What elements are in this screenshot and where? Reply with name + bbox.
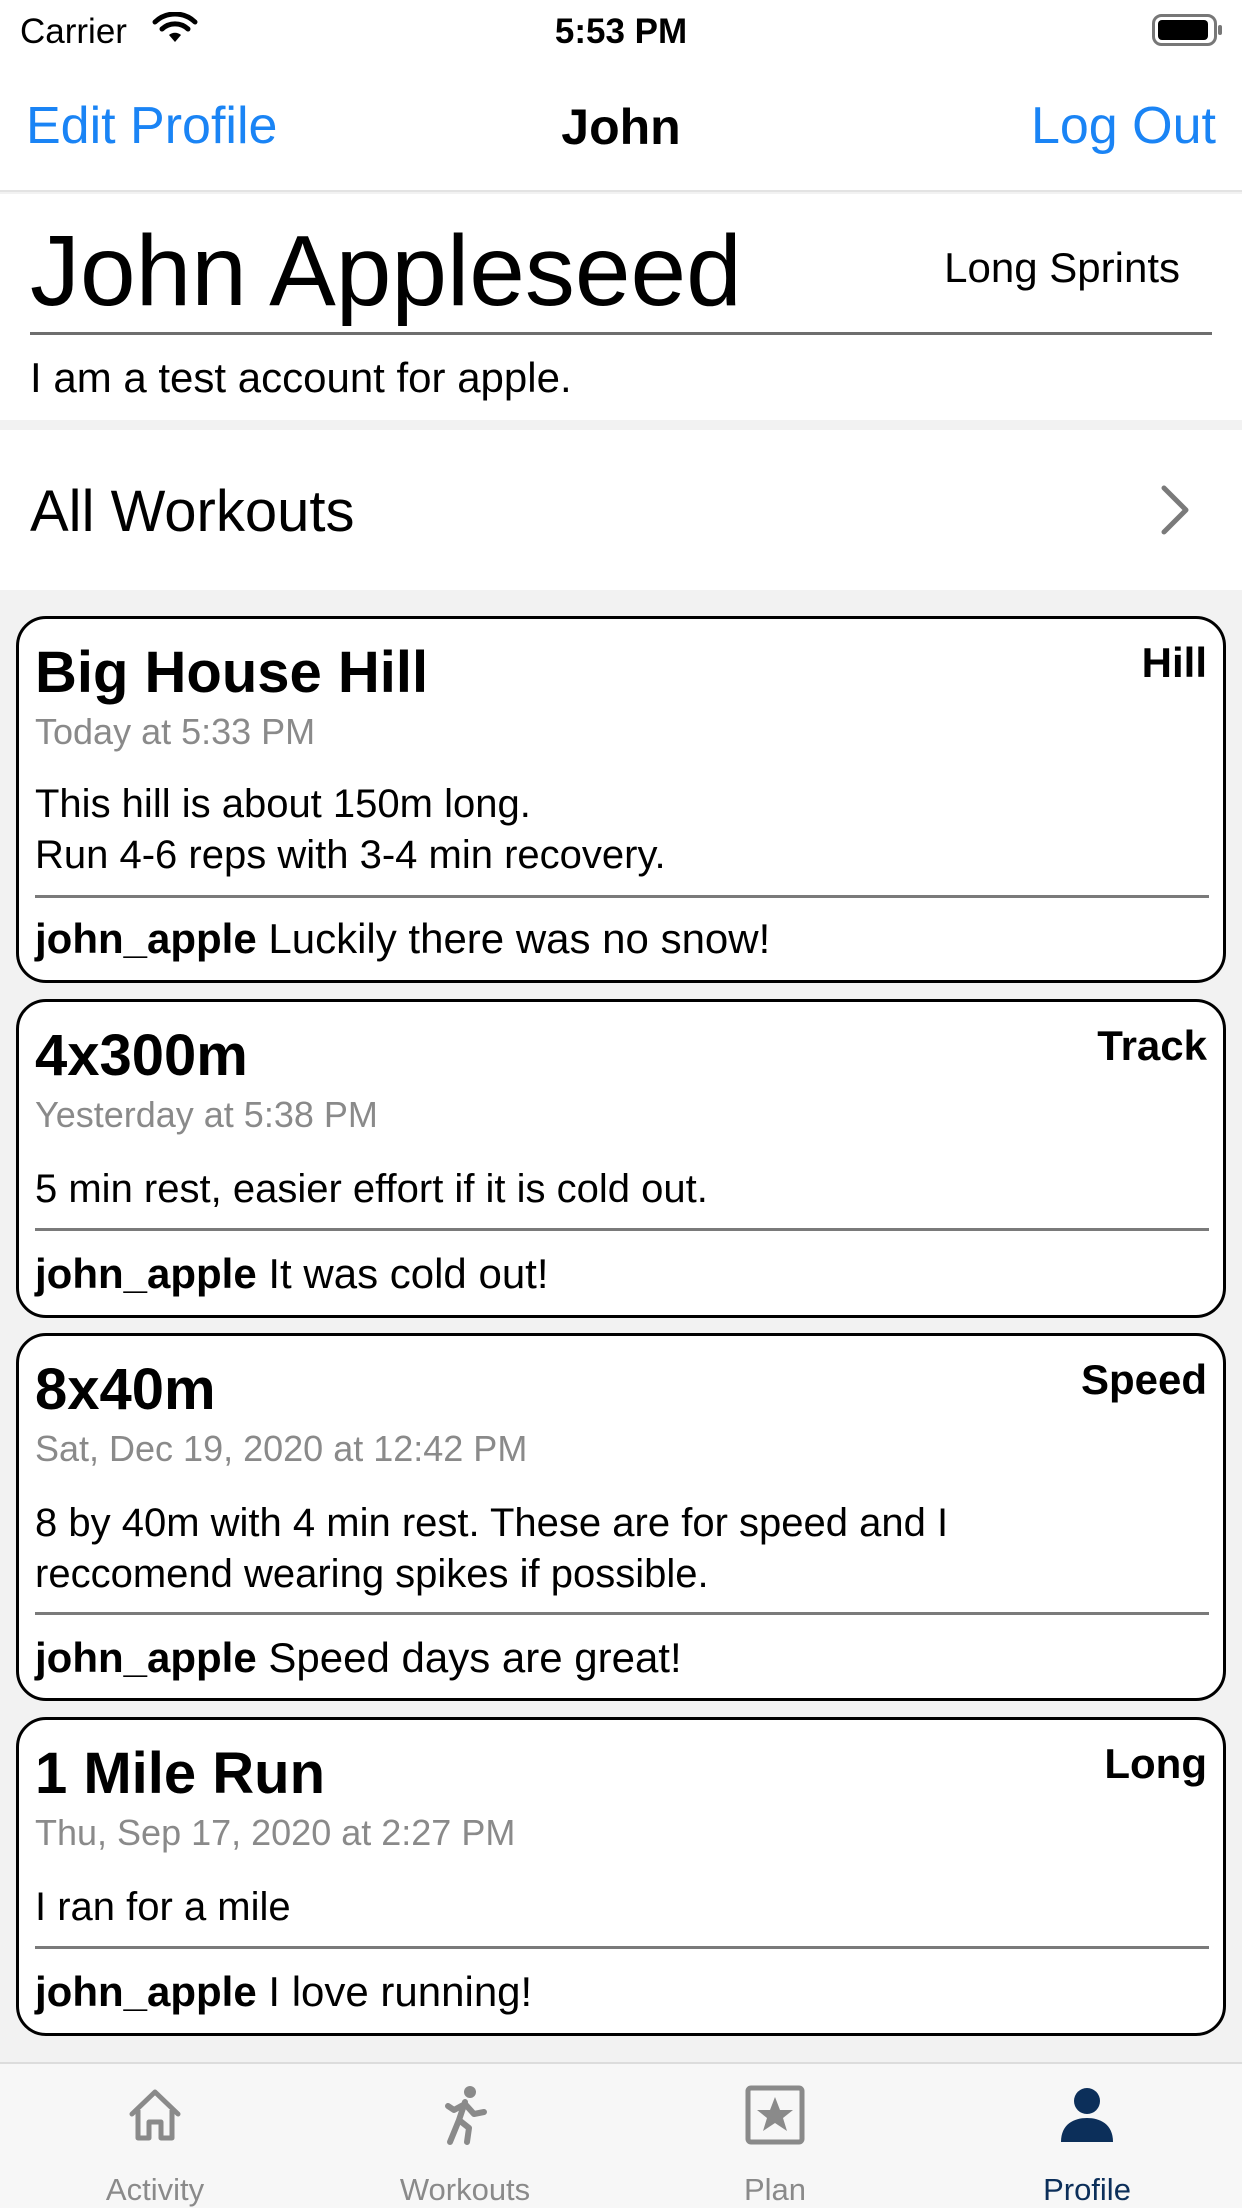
- workout-date: Sat, Dec 19, 2020 at 12:42 PM: [35, 1428, 528, 1469]
- profile-name: John Appleseed: [30, 215, 742, 327]
- tab-profile[interactable]: Profile: [932, 2064, 1242, 2208]
- tab-label: Workouts: [399, 2172, 531, 2207]
- workout-description: 5 min rest, easier effort if it is cold …: [35, 1164, 1205, 1215]
- workout-tag: Track: [1097, 1022, 1207, 1069]
- workout-divider: [35, 1612, 1209, 1615]
- tab-label: Profile: [1043, 2172, 1131, 2207]
- profile-header: John Appleseed Long Sprints I am a test …: [0, 194, 1242, 420]
- profile-event-group: Long Sprints: [944, 244, 1180, 291]
- workout-description: I ran for a mile: [35, 1882, 1205, 1933]
- workout-description-line: Run 4-6 reps with 3-4 min recovery.: [35, 833, 666, 877]
- workout-comment: john_apple Luckily there was no snow!: [35, 915, 770, 963]
- workout-date: Today at 5:33 PM: [35, 711, 316, 752]
- running-figure-icon: [445, 2086, 487, 2145]
- log-out-button[interactable]: Log Out: [1031, 96, 1216, 156]
- workout-title: 1 Mile Run: [35, 1741, 326, 1806]
- workout-date: Yesterday at 5:38 PM: [35, 1094, 378, 1135]
- tab-workouts[interactable]: Workouts: [310, 2064, 620, 2208]
- profile-divider: [30, 332, 1212, 335]
- comment-username: john_apple: [35, 1968, 257, 2015]
- navigation-bar: Edit Profile John Log Out: [0, 66, 1242, 192]
- tab-bar: Activity Workouts Plan Profile: [0, 2062, 1242, 2208]
- workout-description-line: This hill is about 150m long.: [35, 782, 531, 826]
- status-bar: Carrier 5:53 PM: [0, 0, 1242, 66]
- workout-description: This hill is about 150m long. Run 4-6 re…: [35, 779, 1205, 881]
- all-workouts-label: All Workouts: [30, 479, 355, 544]
- tab-label: Plan: [743, 2172, 807, 2207]
- comment-text: Luckily there was no snow!: [256, 915, 771, 962]
- workout-description-line: 5 min rest, easier effort if it is cold …: [35, 1167, 708, 1211]
- workout-title: 4x300m: [35, 1023, 248, 1088]
- house-icon: [129, 2089, 181, 2141]
- workout-description-line: reccomend wearing spikes if possible.: [35, 1552, 709, 1596]
- comment-username: john_apple: [35, 1634, 257, 1681]
- tab-activity[interactable]: Activity: [0, 2064, 310, 2208]
- battery-icon: [1152, 14, 1222, 46]
- chevron-right-icon: [1161, 485, 1189, 535]
- comment-text: It was cold out!: [256, 1250, 549, 1297]
- person-icon: [1061, 2088, 1113, 2142]
- workout-divider: [35, 1946, 1209, 1949]
- workout-card[interactable]: Big House Hill Hill Today at 5:33 PM Thi…: [16, 616, 1226, 983]
- workout-description-line: 8 by 40m with 4 min rest. These are for …: [35, 1501, 949, 1545]
- tab-label: Activity: [105, 2172, 205, 2207]
- star-square-icon: [745, 2085, 805, 2145]
- workout-card[interactable]: 8x40m Speed Sat, Dec 19, 2020 at 12:42 P…: [16, 1333, 1226, 1701]
- workout-tag: Speed: [1080, 1356, 1207, 1403]
- workout-title: 8x40m: [35, 1357, 216, 1422]
- workout-divider: [35, 895, 1209, 898]
- all-workouts-row[interactable]: All Workouts: [0, 430, 1242, 590]
- comment-text: I love running!: [256, 1968, 533, 2015]
- workout-card[interactable]: 4x300m Track Yesterday at 5:38 PM 5 min …: [16, 999, 1226, 1318]
- profile-bio: I am a test account for apple.: [30, 354, 572, 401]
- workout-card[interactable]: 1 Mile Run Long Thu, Sep 17, 2020 at 2:2…: [16, 1717, 1226, 2036]
- workout-tag: Hill: [1141, 639, 1207, 686]
- workout-comment: john_apple I love running!: [35, 1968, 532, 2016]
- comment-text: Speed days are great!: [256, 1634, 682, 1681]
- comment-username: john_apple: [35, 915, 257, 962]
- workout-description: 8 by 40m with 4 min rest. These are for …: [35, 1498, 1205, 1600]
- workout-tag: Long: [1104, 1740, 1207, 1787]
- workout-date: Thu, Sep 17, 2020 at 2:27 PM: [35, 1812, 516, 1853]
- comment-username: john_apple: [35, 1250, 257, 1297]
- workout-comment: john_apple Speed days are great!: [35, 1634, 682, 1682]
- tab-plan[interactable]: Plan: [620, 2064, 930, 2208]
- workout-description-line: I ran for a mile: [35, 1885, 291, 1929]
- workout-title: Big House Hill: [35, 640, 429, 705]
- workout-divider: [35, 1228, 1209, 1231]
- workout-comment: john_apple It was cold out!: [35, 1250, 549, 1298]
- clock: 5:53 PM: [554, 12, 688, 51]
